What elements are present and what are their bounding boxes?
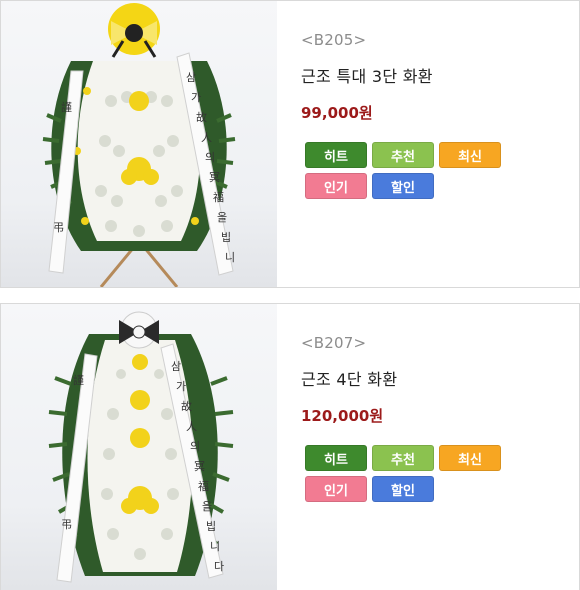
product-code: <B207> xyxy=(301,334,367,352)
svg-text:니: 니 xyxy=(225,251,235,264)
svg-text:삼: 삼 xyxy=(171,360,181,373)
svg-text:人: 人 xyxy=(201,131,212,144)
svg-text:을: 을 xyxy=(217,211,227,224)
product-card[interactable]: 謹 弔 삼 가 故 人 의 冥 福 을 빕 니 다 <B207> 근조 4단 화… xyxy=(0,303,580,590)
badge-recommend[interactable]: 추천 xyxy=(372,142,434,168)
badge-new[interactable]: 최신 xyxy=(439,445,501,471)
wreath-image-icon: 謹 弔 삼 가 故 人 의 冥 福 을 빕 니 다 xyxy=(48,311,234,583)
product-image[interactable]: 謹 弔 삼 가 故 人 의 冥 福 을 빕 니 다 xyxy=(1,304,277,590)
svg-text:을: 을 xyxy=(202,500,212,513)
product-info: <B207> 근조 4단 화환 120,000원 히트 추천 최신 인기 할인 xyxy=(301,304,579,590)
product-price: 120,000원 xyxy=(301,407,384,425)
svg-text:의: 의 xyxy=(205,151,215,164)
badge-hit[interactable]: 히트 xyxy=(305,142,367,168)
svg-text:빕: 빕 xyxy=(206,520,216,533)
product-name[interactable]: 근조 4단 화환 xyxy=(301,366,397,390)
svg-text:빕: 빕 xyxy=(221,231,231,244)
svg-text:니: 니 xyxy=(210,540,220,553)
product-info: <B205> 근조 특대 3단 화환 99,000원 히트 추천 최신 인기 할… xyxy=(301,1,579,287)
svg-text:冥: 冥 xyxy=(209,171,220,184)
svg-text:福: 福 xyxy=(213,190,224,204)
badge-hit[interactable]: 히트 xyxy=(305,445,367,471)
svg-text:다: 다 xyxy=(214,560,224,573)
svg-text:謹: 謹 xyxy=(73,373,84,387)
badge-popular[interactable]: 인기 xyxy=(305,476,367,502)
product-image[interactable]: 謹 弔 삼 가 故 人 의 冥 福 을 빕 니 xyxy=(1,1,277,287)
svg-text:가: 가 xyxy=(176,380,186,393)
badge-new[interactable]: 최신 xyxy=(439,142,501,168)
svg-text:故: 故 xyxy=(196,110,207,124)
svg-text:의: 의 xyxy=(190,440,200,453)
badge-recommend[interactable]: 추천 xyxy=(372,445,434,471)
badge-sale[interactable]: 할인 xyxy=(372,476,434,502)
badge-sale[interactable]: 할인 xyxy=(372,173,434,199)
svg-text:謹: 謹 xyxy=(61,100,72,114)
product-card[interactable]: 謹 弔 삼 가 故 人 의 冥 福 을 빕 니 <B205> 근조 특대 3단 … xyxy=(0,0,580,288)
svg-text:가: 가 xyxy=(191,91,201,104)
wreath-image-icon: 謹 弔 삼 가 故 人 의 冥 福 을 빕 니 xyxy=(42,3,236,287)
svg-text:삼: 삼 xyxy=(186,71,196,84)
svg-text:福: 福 xyxy=(198,479,209,493)
svg-text:人: 人 xyxy=(186,420,197,433)
svg-text:弔: 弔 xyxy=(53,221,64,234)
svg-text:冥: 冥 xyxy=(194,460,205,473)
product-price: 99,000원 xyxy=(301,104,373,122)
product-name[interactable]: 근조 특대 3단 화환 xyxy=(301,63,433,87)
product-code: <B205> xyxy=(301,31,367,49)
badge-popular[interactable]: 인기 xyxy=(305,173,367,199)
svg-text:弔: 弔 xyxy=(61,518,72,531)
svg-text:故: 故 xyxy=(181,399,192,413)
